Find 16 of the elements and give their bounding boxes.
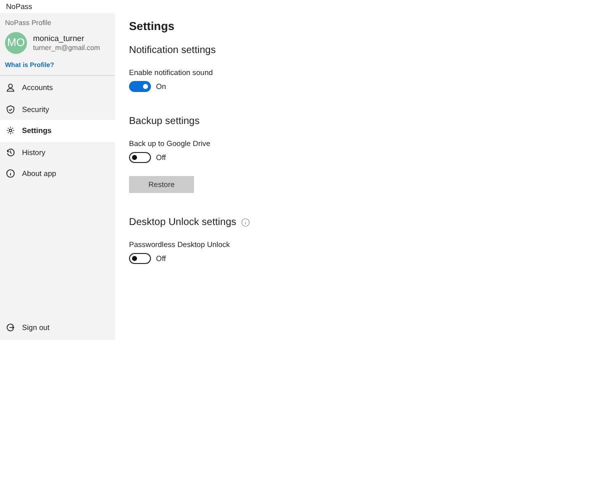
avatar: MO	[5, 32, 27, 54]
toggle-switch[interactable]	[129, 253, 151, 264]
sign-out-icon	[6, 322, 15, 332]
page-title: Settings	[129, 21, 176, 33]
section-title: Notification settings	[129, 45, 216, 56]
user-name: monica_turner	[33, 34, 86, 43]
toggle-switch[interactable]	[129, 152, 151, 163]
section-title: Desktop Unlock settings	[129, 217, 236, 228]
shield-icon	[6, 104, 15, 114]
info-icon[interactable]	[241, 218, 250, 227]
info-icon	[6, 169, 15, 178]
settings-icon	[6, 126, 15, 136]
person-icon	[6, 83, 15, 92]
toggle-switch[interactable]	[129, 81, 151, 92]
section-title: Backup settings	[129, 116, 200, 127]
history-icon	[6, 148, 15, 157]
